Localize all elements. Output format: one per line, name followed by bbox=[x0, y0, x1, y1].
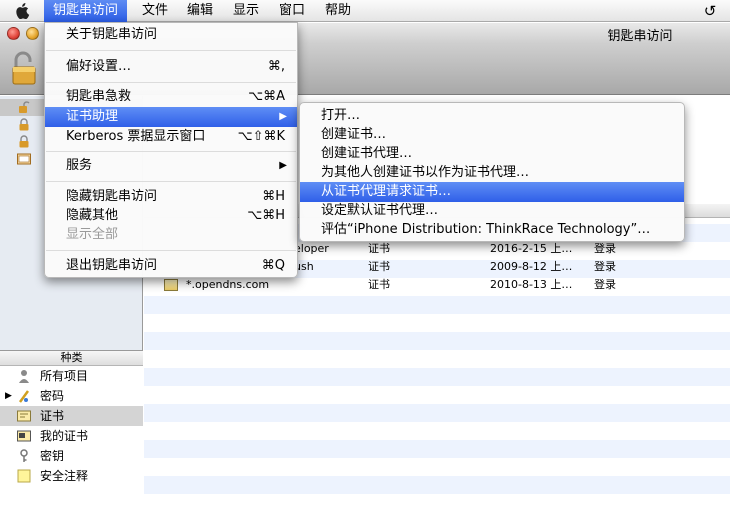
key-icon bbox=[17, 449, 31, 463]
submenu-item-create-ca[interactable]: 创建证书代理… bbox=[300, 144, 684, 164]
unlock-icon[interactable] bbox=[10, 51, 42, 87]
submenu-item-open[interactable]: 打开… bbox=[300, 106, 684, 126]
menu-item-certificate-assistant[interactable]: 证书助理 ▶ bbox=[45, 107, 297, 127]
menu-item-about[interactable]: 关于钥匙串访问 bbox=[45, 25, 297, 45]
minimize-button[interactable] bbox=[26, 27, 39, 40]
folder-icon bbox=[17, 152, 31, 165]
menu-item-hide-others[interactable]: 隐藏其他 ⌥⌘H bbox=[45, 206, 297, 226]
window-title: 钥匙串访问 bbox=[607, 29, 673, 44]
note-icon bbox=[17, 469, 31, 483]
keychain-access-menu: 关于钥匙串访问 偏好设置… ⌘, 钥匙串急救 ⌥⌘A 证书助理 ▶ Kerber… bbox=[44, 22, 298, 278]
menu-separator bbox=[46, 50, 296, 51]
submenu-item-create-for-others[interactable]: 为其他人创建证书以作为证书代理… bbox=[300, 163, 684, 183]
menu-help[interactable]: 帮助 bbox=[316, 0, 360, 22]
disclosure-triangle-icon[interactable]: ▶ bbox=[5, 386, 12, 406]
menu-file[interactable]: 文件 bbox=[133, 0, 177, 22]
menu-view[interactable]: 显示 bbox=[224, 0, 268, 22]
lock-icon bbox=[18, 118, 30, 131]
submenu-arrow-icon: ▶ bbox=[279, 111, 287, 122]
menu-separator bbox=[46, 181, 296, 182]
menu-separator bbox=[46, 151, 296, 152]
menu-item-services[interactable]: 服务 ▶ bbox=[45, 156, 297, 176]
submenu-arrow-icon: ▶ bbox=[279, 160, 287, 171]
table-row[interactable]: *.opendns.com 证书 2010-8-13 上… 登录 bbox=[144, 276, 730, 294]
menu-item-hide[interactable]: 隐藏钥匙串访问 ⌘H bbox=[45, 187, 297, 207]
submenu-item-set-default-ca[interactable]: 设定默认证书代理… bbox=[300, 201, 684, 221]
category-secure-notes[interactable]: 安全注释 bbox=[0, 466, 143, 486]
open-lock-icon bbox=[18, 101, 30, 114]
menu-item-first-aid[interactable]: 钥匙串急救 ⌥⌘A bbox=[45, 87, 297, 107]
certificate-icon bbox=[164, 279, 178, 291]
submenu-item-request-from-ca[interactable]: 从证书代理请求证书… bbox=[300, 182, 684, 202]
menu-window[interactable]: 窗口 bbox=[270, 0, 314, 22]
menu-separator bbox=[46, 250, 296, 251]
submenu-item-create-certificate[interactable]: 创建证书… bbox=[300, 125, 684, 145]
close-button[interactable] bbox=[7, 27, 20, 40]
sync-icon[interactable]: ↺ bbox=[696, 0, 724, 22]
category-certificates[interactable]: 证书 bbox=[0, 406, 143, 426]
lock-icon bbox=[18, 135, 30, 148]
category-list: 所有项目 ▶ 密码 证书 我的证书 密钥 安全注释 bbox=[0, 366, 143, 507]
menu-bar: 钥匙串访问 文件 编辑 显示 窗口 帮助 ↺ bbox=[0, 0, 730, 22]
menu-edit[interactable]: 编辑 bbox=[178, 0, 222, 22]
certificate-icon bbox=[17, 409, 31, 423]
category-header: 种类 bbox=[0, 350, 143, 366]
category-my-certificates[interactable]: 我的证书 bbox=[0, 426, 143, 446]
category-all-items[interactable]: 所有项目 bbox=[0, 366, 143, 386]
category-passwords[interactable]: ▶ 密码 bbox=[0, 386, 143, 406]
category-keys[interactable]: 密钥 bbox=[0, 446, 143, 466]
submenu-item-evaluate[interactable]: 评估“iPhone Distribution: ThinkRace Techno… bbox=[300, 220, 684, 240]
menu-keychain-access[interactable]: 钥匙串访问 bbox=[44, 0, 128, 22]
my-certificate-icon bbox=[17, 429, 31, 443]
menu-item-kerberos[interactable]: Kerberos 票据显示窗口 ⌥⇧⌘K bbox=[45, 127, 297, 147]
menu-separator bbox=[46, 82, 296, 83]
apple-icon[interactable] bbox=[10, 0, 36, 22]
pencil-icon bbox=[17, 389, 31, 403]
menu-item-preferences[interactable]: 偏好设置… ⌘, bbox=[45, 57, 297, 77]
people-icon bbox=[17, 369, 31, 383]
menu-item-quit[interactable]: 退出钥匙串访问 ⌘Q bbox=[45, 256, 297, 276]
certificate-assistant-submenu: 打开… 创建证书… 创建证书代理… 为其他人创建证书以作为证书代理… 从证书代理… bbox=[299, 102, 685, 242]
menu-item-show-all: 显示全部 bbox=[66, 227, 119, 242]
